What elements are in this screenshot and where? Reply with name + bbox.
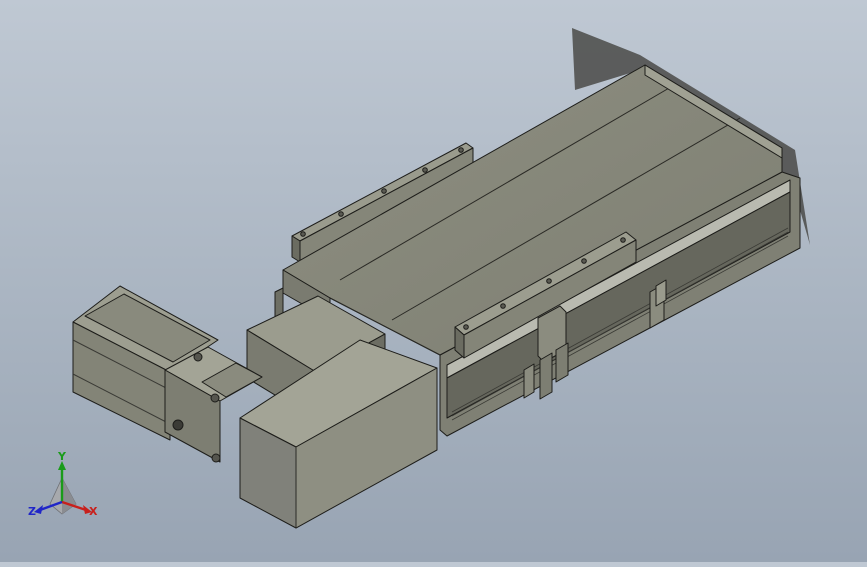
linear-actuator-model[interactable] bbox=[0, 0, 867, 562]
z-axis-label: Z bbox=[28, 505, 36, 518]
x-axis-label: X bbox=[89, 505, 98, 518]
cad-viewport[interactable] bbox=[0, 0, 867, 562]
orientation-triad: Y X Z bbox=[20, 448, 110, 528]
y-axis-label: Y bbox=[58, 450, 66, 463]
